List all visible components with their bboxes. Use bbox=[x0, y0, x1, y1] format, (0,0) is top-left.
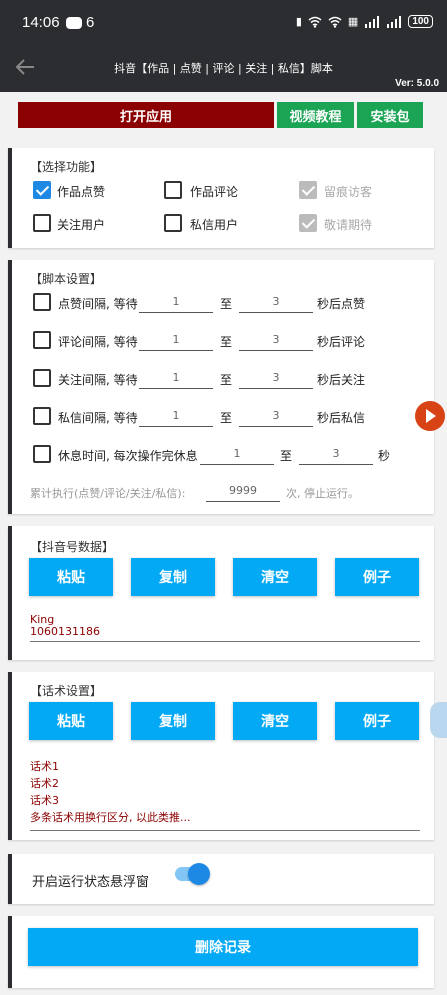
interval-max-input[interactable]: 3 bbox=[239, 407, 313, 427]
like-label: 作品点赞 bbox=[57, 185, 106, 199]
message-checkbox[interactable] bbox=[164, 214, 182, 232]
total-label: 累计执行(点赞/评论/关注/私信): bbox=[30, 487, 186, 500]
battery-icon: 100 bbox=[408, 15, 433, 28]
vibrate-icon: ▮ bbox=[295, 16, 302, 28]
comment-checkbox[interactable] bbox=[164, 181, 182, 199]
wifi-icon-2 bbox=[328, 16, 342, 28]
coming-label: 敬请期待 bbox=[324, 218, 373, 232]
toggle-knob[interactable] bbox=[188, 863, 210, 885]
interval-max-input[interactable]: 3 bbox=[239, 331, 313, 351]
script-copy-button[interactable]: 复制 bbox=[131, 702, 215, 740]
play-icon[interactable] bbox=[415, 401, 445, 431]
function-card: 【选择功能】 作品点赞 作品评论 留痕访客 关注用户 私信用户 敬请期待 bbox=[8, 148, 434, 248]
interval-suffix: 秒后私信 bbox=[317, 411, 366, 425]
notification-count: 6 bbox=[86, 14, 95, 31]
interval-label: 关注间隔, 等待 bbox=[58, 373, 138, 387]
floating-window-card: 开启运行状态悬浮窗 bbox=[8, 854, 434, 904]
app-title: 抖音【作品 | 点赞 | 评论 | 关注 | 私信】脚本 bbox=[114, 62, 333, 75]
signal-icon bbox=[365, 15, 380, 28]
to-label: 至 bbox=[220, 297, 233, 311]
coming-checkbox bbox=[299, 214, 317, 232]
follow-interval-checkbox[interactable] bbox=[33, 369, 51, 387]
comment-interval-checkbox[interactable] bbox=[33, 331, 51, 349]
signal-icon-2 bbox=[387, 15, 402, 28]
total-input[interactable]: 9999 bbox=[206, 482, 280, 502]
interval-max-input[interactable]: 3 bbox=[239, 369, 313, 389]
floating-window-label: 开启运行状态悬浮窗 bbox=[32, 875, 150, 890]
interval-min-input[interactable]: 1 bbox=[139, 407, 213, 427]
rest-label: 休息时间, 每次操作完休息 bbox=[58, 449, 198, 463]
script-text-card: 【话术设置】 粘贴 复制 清空 例子 话术1 话术2 话术3 多条话术用换行区分… bbox=[8, 672, 434, 840]
follow-label: 关注用户 bbox=[57, 218, 106, 232]
interval-max-input[interactable]: 3 bbox=[239, 293, 313, 313]
rest-suffix: 秒 bbox=[378, 449, 391, 463]
interval-suffix: 秒后关注 bbox=[317, 373, 366, 387]
app-bar: 抖音【作品 | 点赞 | 评论 | 关注 | 私信】脚本 Ver: 5.0.0 bbox=[0, 46, 447, 92]
visit-checkbox bbox=[299, 181, 317, 199]
wifi-icon bbox=[308, 16, 322, 28]
interval-min-input[interactable]: 1 bbox=[139, 331, 213, 351]
interval-label: 点赞间隔, 等待 bbox=[58, 297, 138, 311]
script-section-title: 【脚本设置】 bbox=[30, 272, 103, 286]
status-bar: 14:06 6 ▮ ▦ 100 bbox=[0, 0, 447, 46]
delete-card: 删除记录 bbox=[8, 916, 434, 988]
account-line: 1060131186 bbox=[30, 625, 100, 638]
open-app-button[interactable]: 打开应用 bbox=[18, 102, 274, 128]
script-settings-card: 【脚本设置】 点赞间隔, 等待 1 至 3 秒后点赞 评论间隔, 等待 1 至 … bbox=[8, 260, 434, 514]
like-checkbox[interactable] bbox=[33, 181, 51, 199]
account-textarea[interactable]: King 1060131186 bbox=[30, 614, 420, 642]
script-line: 话术1 bbox=[30, 760, 59, 773]
visit-label: 留痕访客 bbox=[324, 185, 373, 199]
delete-records-button[interactable]: 删除记录 bbox=[28, 928, 418, 966]
install-package-button[interactable]: 安装包 bbox=[357, 102, 423, 128]
script-textarea[interactable]: 话术1 话术2 话术3 多条话术用换行区分, 以此类推... bbox=[30, 758, 420, 831]
status-icons: ▮ ▦ 100 bbox=[296, 15, 433, 28]
interval-min-input[interactable]: 1 bbox=[139, 293, 213, 313]
total-suffix: 次, 停止运行。 bbox=[286, 487, 359, 500]
script-example-button[interactable]: 例子 bbox=[335, 702, 419, 740]
to-label: 至 bbox=[280, 449, 293, 463]
follow-checkbox[interactable] bbox=[33, 214, 51, 232]
comment-label: 作品评论 bbox=[190, 185, 239, 199]
message-icon bbox=[66, 17, 82, 29]
to-label: 至 bbox=[220, 335, 233, 349]
account-paste-button[interactable]: 粘贴 bbox=[29, 558, 113, 596]
account-clear-button[interactable]: 清空 bbox=[233, 558, 317, 596]
account-section-title: 【抖音号数据】 bbox=[30, 540, 115, 554]
script-line: 话术2 bbox=[30, 777, 59, 790]
interval-label: 评论间隔, 等待 bbox=[58, 335, 138, 349]
interval-suffix: 秒后评论 bbox=[317, 335, 366, 349]
to-label: 至 bbox=[220, 411, 233, 425]
script-line: 多条话术用换行区分, 以此类推... bbox=[30, 811, 191, 824]
like-interval-checkbox[interactable] bbox=[33, 293, 51, 311]
rest-max-input[interactable]: 3 bbox=[299, 445, 373, 465]
message-label: 私信用户 bbox=[190, 218, 239, 232]
video-tutorial-button[interactable]: 视频教程 bbox=[277, 102, 354, 128]
script-paste-button[interactable]: 粘贴 bbox=[29, 702, 113, 740]
account-copy-button[interactable]: 复制 bbox=[131, 558, 215, 596]
main-content: 打开应用 视频教程 安装包 【选择功能】 作品点赞 作品评论 留痕访客 关注用户… bbox=[0, 92, 447, 995]
interval-min-input[interactable]: 1 bbox=[139, 369, 213, 389]
version-label: Ver: 5.0.0 bbox=[395, 78, 439, 89]
account-example-button[interactable]: 例子 bbox=[335, 558, 419, 596]
rest-min-input[interactable]: 1 bbox=[200, 445, 274, 465]
to-label: 至 bbox=[220, 373, 233, 387]
interval-suffix: 秒后点赞 bbox=[317, 297, 366, 311]
top-button-row: 打开应用 视频教程 安装包 bbox=[18, 102, 423, 128]
side-handle[interactable] bbox=[430, 702, 447, 738]
script-text-section-title: 【话术设置】 bbox=[30, 684, 103, 698]
account-data-card: 【抖音号数据】 粘贴 复制 清空 例子 King 1060131186 bbox=[8, 526, 434, 660]
script-clear-button[interactable]: 清空 bbox=[233, 702, 317, 740]
interval-label: 私信间隔, 等待 bbox=[58, 411, 138, 425]
function-section-title: 【选择功能】 bbox=[30, 160, 103, 174]
hd-icon: ▦ bbox=[347, 16, 359, 28]
status-time: 14:06 bbox=[22, 14, 60, 31]
message-interval-checkbox[interactable] bbox=[33, 407, 51, 425]
script-line: 话术3 bbox=[30, 794, 59, 807]
rest-checkbox[interactable] bbox=[33, 445, 51, 463]
